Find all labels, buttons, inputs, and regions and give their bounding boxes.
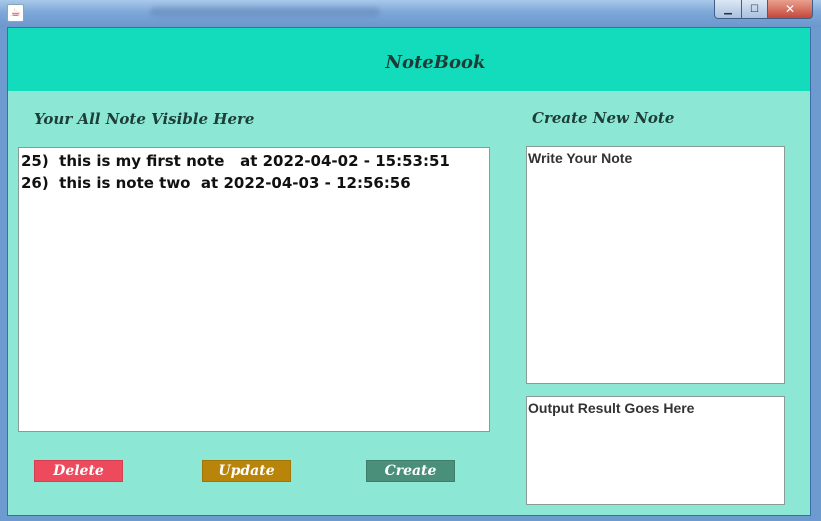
create-button[interactable]: Create [366, 460, 455, 482]
app-client-area: NoteBook Your All Note Visible Here Crea… [7, 27, 811, 516]
java-icon[interactable]: ☕ [7, 4, 24, 22]
window-controls: ▁ ☐ ✕ [714, 0, 813, 19]
window-title-blurred [150, 7, 380, 17]
window-title-bar[interactable]: ☕ ▁ ☐ ✕ [0, 0, 821, 27]
output-result-field[interactable]: Output Result Goes Here [526, 396, 785, 505]
maximize-icon: ☐ [750, 3, 759, 15]
header-band: NoteBook [8, 28, 810, 91]
list-item[interactable]: 25) this is my first note at 2022-04-02 … [21, 150, 487, 172]
update-button[interactable]: Update [202, 460, 291, 482]
delete-button[interactable]: Delete [34, 460, 123, 482]
app-title: NoteBook [385, 52, 486, 73]
notes-section-label: Your All Note Visible Here [34, 110, 255, 128]
notes-list[interactable]: 25) this is my first note at 2022-04-02 … [18, 147, 490, 432]
maximize-button[interactable]: ☐ [742, 0, 768, 19]
close-button[interactable]: ✕ [768, 0, 813, 19]
minimize-button[interactable]: ▁ [714, 0, 742, 19]
close-icon: ✕ [784, 2, 796, 16]
list-item[interactable]: 26) this is note two at 2022-04-03 - 12:… [21, 172, 487, 194]
create-section-label: Create New Note [532, 109, 675, 127]
note-input[interactable]: Write Your Note [526, 146, 785, 384]
minimize-icon: ▁ [724, 3, 732, 15]
